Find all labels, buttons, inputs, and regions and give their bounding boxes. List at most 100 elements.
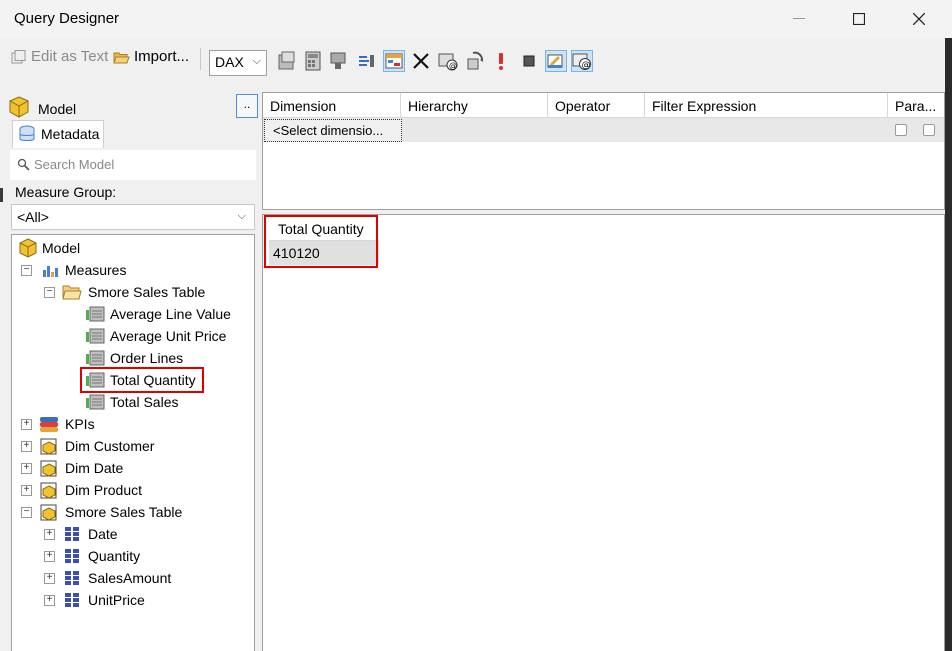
parameters-icon — [359, 55, 374, 67]
toolbar-separator — [200, 48, 201, 70]
query-mode-button[interactable]: @ — [571, 50, 593, 72]
column-header-dimension[interactable]: Dimension — [263, 93, 401, 118]
expand-expander[interactable]: + — [21, 419, 32, 430]
close-icon — [913, 13, 925, 25]
auto-execute-icon: @ — [438, 53, 458, 71]
edit-as-text-button[interactable]: Edit as Text — [11, 48, 108, 65]
minimize-icon — [793, 18, 805, 19]
tree-label: Quantity — [88, 548, 141, 564]
stop-icon — [523, 55, 535, 67]
delete-x-icon — [413, 53, 429, 69]
dimension-icon — [40, 504, 57, 521]
chevron-down-icon: ⌵ — [252, 55, 261, 67]
filter-grid-header: Dimension Hierarchy Operator Filter Expr… — [263, 93, 944, 118]
run-query-button[interactable] — [490, 50, 512, 72]
measure-icon — [86, 394, 105, 410]
select-model-button[interactable]: .. — [236, 94, 258, 118]
close-button[interactable] — [896, 0, 942, 38]
parameter-checkbox[interactable] — [923, 124, 935, 136]
import-button[interactable]: Import... — [113, 48, 189, 65]
maximize-button[interactable] — [836, 0, 882, 38]
collapse-expander[interactable]: − — [21, 265, 32, 276]
minimize-button[interactable] — [776, 0, 822, 38]
filter-button[interactable] — [328, 50, 350, 72]
query-language-select[interactable]: DAX ⌵ — [209, 50, 267, 76]
window-edge — [0, 188, 3, 202]
folder-open-icon — [113, 52, 130, 63]
tree-label: Average Unit Price — [110, 328, 227, 344]
highlight-box-total-quantity-measure — [80, 367, 204, 393]
tree-node-model[interactable]: Model — [18, 237, 80, 259]
tree-node-dimension-sales-table[interactable]: Smore Sales Table — [39, 501, 182, 523]
tree-node-dimension[interactable]: Dim Customer — [39, 435, 154, 457]
cancel-query-button[interactable] — [518, 50, 540, 72]
tree-node-kpis[interactable]: KPIs — [39, 413, 95, 435]
calculated-member-icon — [278, 51, 295, 70]
filter-grid: Dimension Hierarchy Operator Filter Expr… — [262, 92, 945, 210]
measure-item[interactable]: Average Line Value — [85, 303, 231, 325]
measure-item[interactable]: Average Unit Price — [85, 325, 226, 347]
measure-group-label: Measure Group: — [15, 184, 117, 200]
calculator-icon — [305, 51, 321, 71]
tree-node-sales-table-folder[interactable]: Smore Sales Table — [62, 281, 205, 303]
tab-metadata[interactable]: Metadata — [12, 120, 104, 148]
tree-label: SalesAmount — [88, 570, 172, 586]
column-header-operator[interactable]: Operator — [548, 93, 645, 118]
parameter-checkbox[interactable] — [895, 124, 907, 136]
tree-node-dimension[interactable]: Dim Product — [39, 479, 142, 501]
filter-row: <Select dimensio... — [263, 118, 944, 142]
tree-label: Smore Sales Table — [65, 504, 183, 520]
dimension-icon — [40, 460, 57, 477]
collapse-expander[interactable]: − — [44, 287, 55, 298]
expand-expander[interactable]: + — [44, 573, 55, 584]
tree-label: Total Sales — [110, 394, 179, 410]
tree-label: UnitPrice — [88, 592, 145, 608]
measure-icon — [86, 306, 105, 322]
tree-node-attribute[interactable]: SalesAmount — [64, 567, 171, 589]
search-model-input[interactable]: Search Model — [10, 150, 256, 180]
measure-group-select[interactable]: <All> ⌵ — [11, 204, 255, 230]
expand-expander[interactable]: + — [44, 551, 55, 562]
attribute-icon — [65, 527, 79, 541]
tree-label: Order Lines — [110, 350, 184, 366]
window-title: Query Designer — [14, 10, 120, 27]
refresh-icon — [467, 51, 483, 70]
show-empty-cells-button[interactable] — [383, 50, 405, 72]
svg-text:@: @ — [582, 61, 591, 71]
select-dimension-cell[interactable]: <Select dimensio... — [264, 119, 402, 142]
calculator-button[interactable] — [302, 50, 324, 72]
parameters-button[interactable] — [355, 50, 377, 72]
dimension-icon — [40, 438, 57, 455]
measure-item[interactable]: Total Sales — [85, 391, 178, 413]
tree-node-dimension[interactable]: Dim Date — [39, 457, 123, 479]
kpi-icon — [40, 417, 58, 432]
measure-group-value: <All> — [17, 209, 49, 225]
add-calculated-member-button[interactable] — [276, 50, 298, 72]
auto-execute-button[interactable]: @ — [437, 50, 459, 72]
measure-item[interactable]: Order Lines — [85, 347, 183, 369]
search-icon — [17, 158, 30, 171]
delete-button[interactable] — [410, 50, 432, 72]
column-header-hierarchy[interactable]: Hierarchy — [401, 93, 548, 118]
tree-label: Smore Sales Table — [88, 284, 206, 300]
tree-label: Dim Customer — [65, 438, 155, 454]
design-mode-button[interactable] — [545, 50, 567, 72]
tree-node-measures[interactable]: Measures — [41, 259, 126, 281]
tree-label: Measures — [65, 262, 127, 278]
expand-expander[interactable]: + — [21, 441, 32, 452]
refresh-button[interactable] — [464, 50, 486, 72]
column-header-filter-expression[interactable]: Filter Expression — [645, 93, 888, 118]
import-label: Import... — [134, 48, 190, 65]
expand-expander[interactable]: + — [44, 595, 55, 606]
tree-node-attribute[interactable]: Date — [64, 523, 118, 545]
attribute-icon — [65, 593, 79, 607]
metadata-icon — [19, 125, 35, 141]
expand-expander[interactable]: + — [21, 463, 32, 474]
expand-expander[interactable]: + — [21, 485, 32, 496]
tree-node-attribute[interactable]: UnitPrice — [64, 589, 145, 611]
collapse-expander[interactable]: − — [21, 507, 32, 518]
tree-node-attribute[interactable]: Quantity — [64, 545, 140, 567]
expand-expander[interactable]: + — [44, 529, 55, 540]
column-header-parameters[interactable]: Para... — [888, 93, 945, 118]
search-placeholder: Search Model — [34, 157, 115, 172]
